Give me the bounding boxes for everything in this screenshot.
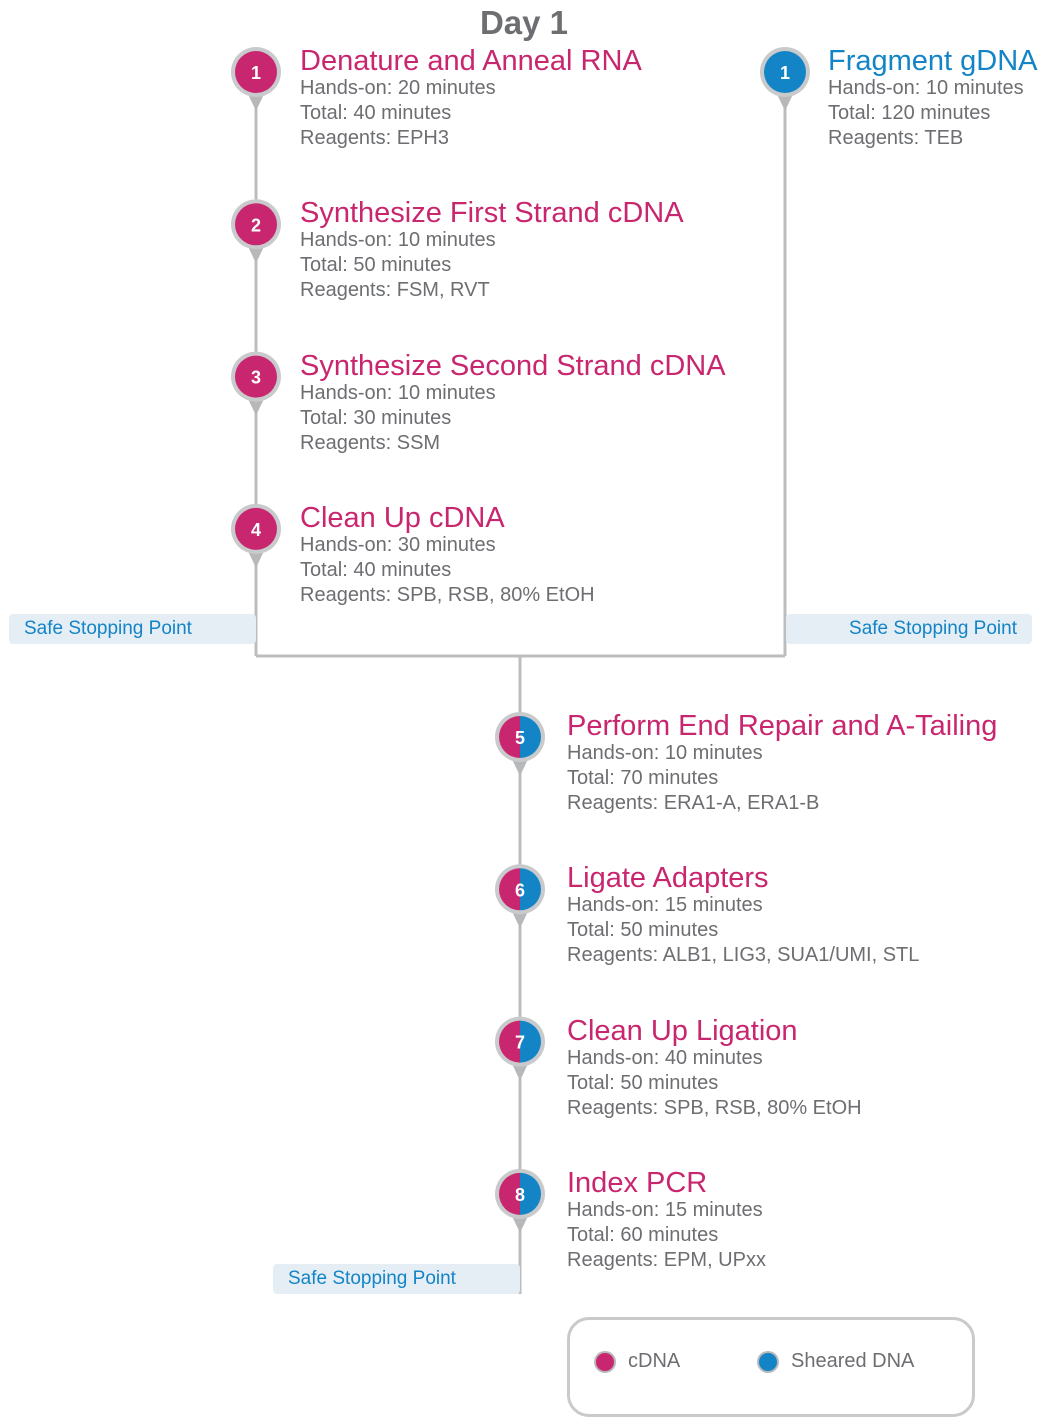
step-merged-7: Clean Up Ligation Hands-on: 40 minutes Tot… [567,1016,862,1121]
step-hands-on: Hands-on: 10 minutes [300,229,496,252]
step-reagents: Reagents: EPM, UPxx [567,1248,766,1271]
step-total: Total: 30 minutes [300,406,452,429]
svg-text:3: 3 [251,368,261,388]
step-total: Total: 50 minutes [567,1071,719,1094]
svg-text:1: 1 [780,63,790,83]
svg-text:6: 6 [515,880,525,900]
step-cdna-2: Synthesize First Strand cDNA Hands-on: 10… [300,198,684,303]
step-total: Total: 120 minutes [828,102,991,124]
step-6-marker-icon: 6 [495,864,545,929]
step-1-marker-icon: 1 [231,47,281,111]
step-cdna-4: Clean Up cDNA Hands-on: 30 minutes Total: … [300,503,595,608]
step-total: Total: 70 minutes [567,767,719,789]
step-4-marker-icon: 4 [231,503,281,568]
svg-text:5: 5 [515,728,525,748]
svg-text:2: 2 [251,215,261,235]
step-2-marker-icon: 2 [231,199,281,264]
step-total: Total: 50 minutes [300,254,452,277]
step-total: Total: 40 minutes [300,102,452,124]
step-title: Ligate Adapters [567,862,769,895]
sheared-dna-dot-icon [757,1350,779,1373]
legend-item-sheared-dna: Sheared DNA [757,1350,914,1373]
legend: cDNA Sheared DNA [567,1317,975,1417]
step-hands-on: Hands-on: 15 minutes [567,894,763,917]
page-title: Day 1 [479,4,569,41]
svg-text:4: 4 [251,520,261,540]
step-7-marker-icon: 7 [495,1016,545,1081]
step-total: Total: 40 minutes [300,558,452,581]
step-reagents: Reagents: EPH3 [300,127,449,149]
step-cdna-3: Synthesize Second Strand cDNA Hands-on: 1… [300,351,726,456]
safe-stopping-point-right: Safe Stopping Point [786,614,1032,644]
step-merged-8: Index PCR Hands-on: 15 minutes Total: 60 m… [567,1168,766,1273]
step-title: Perform End Repair and A-Tailing [567,710,998,742]
step-reagents: Reagents: ERA1-A, ERA1-B [567,792,820,814]
step-hands-on: Hands-on: 15 minutes [567,1198,763,1221]
svg-text:7: 7 [515,1033,525,1053]
step-title: Fragment gDNA [828,45,1038,77]
step-merged-5: Perform End Repair and A-Tailing Hands-on… [567,711,997,816]
step-cdna-1: Denature and Anneal RNA Hands-on: 20 minu… [300,46,642,151]
step-hands-on: Hands-on: 30 minutes [300,533,496,556]
step-reagents: Reagents: ALB1, LIG3, SUA1/UMI, STL [567,944,920,967]
step-8-marker-icon: 8 [495,1168,545,1233]
step-reagents: Reagents: SPB, RSB, 80% EtOH [567,1096,862,1119]
step-hands-on: Hands-on: 20 minutes [300,77,496,99]
step-dna-1: Fragment gDNA Hands-on: 10 minutes Total: … [828,46,1038,151]
step-hands-on: Hands-on: 10 minutes [567,742,763,764]
step-5-marker-icon: 5 [495,712,545,776]
step-title: Synthesize First Strand cDNA [300,197,684,230]
step-reagents: Reagents: SPB, RSB, 80% EtOH [300,583,595,606]
step-3-marker-icon: 3 [231,351,281,416]
step-hands-on: Hands-on: 10 minutes [300,381,496,404]
step-1-marker-icon: 1 [760,47,810,111]
safe-stopping-point-bottom: Safe Stopping Point [273,1264,520,1294]
step-reagents: Reagents: FSM, RVT [300,279,490,302]
cdna-dot-icon [594,1350,616,1373]
legend-label-sheared-dna: Sheared DNA [791,1350,915,1372]
safe-stopping-point-left: Safe Stopping Point [9,614,256,644]
step-hands-on: Hands-on: 40 minutes [567,1046,763,1069]
step-reagents: Reagents: SSM [300,431,441,454]
step-title: Index PCR [567,1166,708,1199]
legend-item-cdna: cDNA [594,1350,680,1373]
workflow-diagram: 123415678 Day 1 Denature and Anneal RNA H… [0,0,1048,1417]
legend-label-cdna: cDNA [628,1350,681,1372]
step-merged-6: Ligate Adapters Hands-on: 15 minutes Total… [567,863,919,968]
step-hands-on: Hands-on: 10 minutes [828,77,1024,99]
step-title: Denature and Anneal RNA [300,45,642,77]
svg-text:1: 1 [251,63,261,83]
step-title: Synthesize Second Strand cDNA [300,349,726,382]
step-title: Clean Up Ligation [567,1014,798,1047]
step-total: Total: 50 minutes [567,919,719,942]
step-total: Total: 60 minutes [567,1223,719,1246]
step-reagents: Reagents: TEB [828,127,964,149]
step-title: Clean Up cDNA [300,501,505,534]
svg-text:8: 8 [515,1185,525,1205]
